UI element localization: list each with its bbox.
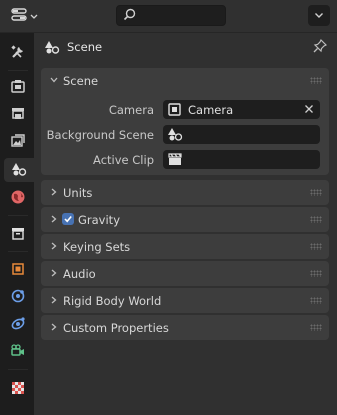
panel-title: Scene (63, 74, 99, 88)
panel-title: Gravity (78, 213, 121, 227)
editor-type-selector[interactable] (5, 6, 43, 26)
tab-render[interactable] (4, 75, 32, 99)
tab-data[interactable] (4, 340, 32, 364)
constraints-icon (10, 315, 26, 334)
tab-collection[interactable] (4, 222, 32, 246)
collection-box-icon (10, 225, 26, 244)
search-input[interactable] (116, 5, 226, 26)
panel-title: Units (63, 186, 93, 200)
chevron-right-icon (49, 268, 59, 278)
chevron-right-icon (49, 187, 59, 197)
tab-view-layer[interactable] (4, 129, 32, 153)
background-scene-label: Background Scene (46, 128, 154, 142)
tab-physics[interactable] (4, 285, 32, 309)
panel-title: Keying Sets (63, 240, 131, 254)
context-title: Scene (67, 40, 103, 54)
camera-object-icon (167, 102, 183, 120)
drag-grip-icon[interactable] (310, 216, 322, 223)
chevron-right-icon (49, 214, 59, 224)
scene-icon (44, 39, 60, 58)
camera-row: Camera Camera (41, 100, 329, 120)
keying-sets-panel[interactable]: Keying Sets (41, 234, 329, 259)
background-scene-row: Background Scene (41, 125, 329, 145)
object-square-icon (10, 261, 26, 280)
physics-orbit-icon (10, 288, 26, 307)
camera-value: Camera (188, 103, 234, 117)
camera-field[interactable]: Camera (163, 100, 320, 119)
tab-output[interactable] (4, 102, 32, 126)
active-clip-label: Active Clip (93, 153, 154, 167)
checker-texture-icon (10, 380, 26, 399)
scene-icon (11, 161, 27, 180)
options-dropdown-button[interactable] (308, 5, 330, 26)
image-stack-icon (10, 132, 26, 151)
gravity-checkbox[interactable] (62, 213, 74, 225)
background-scene-field[interactable] (163, 125, 320, 144)
printer-icon (10, 105, 26, 124)
drag-grip-icon[interactable] (310, 324, 322, 331)
panel-title: Audio (63, 267, 96, 281)
wrench-screwdriver-icon (10, 44, 26, 63)
units-panel[interactable]: Units (41, 180, 329, 205)
scene-panel-header[interactable]: Scene (41, 68, 329, 93)
properties-main: Scene Scene Camera Camera Background Sce… (34, 33, 337, 415)
custom-properties-panel[interactable]: Custom Properties (41, 315, 329, 340)
panel-title: Custom Properties (63, 321, 169, 335)
rigid-body-world-panel[interactable]: Rigid Body World (41, 288, 329, 313)
drag-grip-icon[interactable] (310, 189, 322, 196)
tab-tool[interactable] (4, 41, 32, 65)
drag-grip-icon[interactable] (310, 270, 322, 277)
drag-grip-icon[interactable] (310, 243, 322, 250)
close-icon[interactable] (304, 104, 314, 117)
tab-object[interactable] (4, 258, 32, 282)
tab-texture[interactable] (4, 377, 32, 401)
active-clip-row: Active Clip (41, 150, 329, 170)
camera-label: Camera (108, 103, 154, 117)
chevron-down-icon (314, 9, 324, 22)
properties-editor-icon (10, 7, 27, 25)
context-breadcrumb: Scene (34, 33, 337, 61)
clip-clapperboard-icon (167, 152, 183, 170)
drag-grip-icon[interactable] (310, 77, 322, 84)
chevron-right-icon (49, 322, 59, 332)
panel-title: Rigid Body World (63, 294, 162, 308)
chevron-right-icon (49, 295, 59, 305)
audio-panel[interactable]: Audio (41, 261, 329, 286)
camera-back-icon (10, 78, 26, 97)
properties-tabs (0, 33, 34, 415)
scene-panel: Scene Camera Camera Background Scene Act… (41, 68, 329, 175)
tab-constraints[interactable] (4, 312, 32, 336)
scene-icon (167, 127, 183, 145)
drag-grip-icon[interactable] (310, 297, 322, 304)
chevron-down-icon (30, 10, 38, 23)
world-icon (10, 189, 26, 208)
search-icon (123, 8, 136, 24)
pin-icon[interactable] (313, 38, 328, 56)
tab-world[interactable] (4, 186, 32, 210)
gravity-panel[interactable]: Gravity (41, 207, 329, 232)
camera-data-icon (10, 343, 26, 362)
chevron-right-icon (49, 241, 59, 251)
chevron-down-icon (49, 75, 59, 85)
editor-header (0, 0, 337, 33)
active-clip-field[interactable] (163, 150, 320, 169)
tab-scene[interactable] (4, 158, 34, 182)
